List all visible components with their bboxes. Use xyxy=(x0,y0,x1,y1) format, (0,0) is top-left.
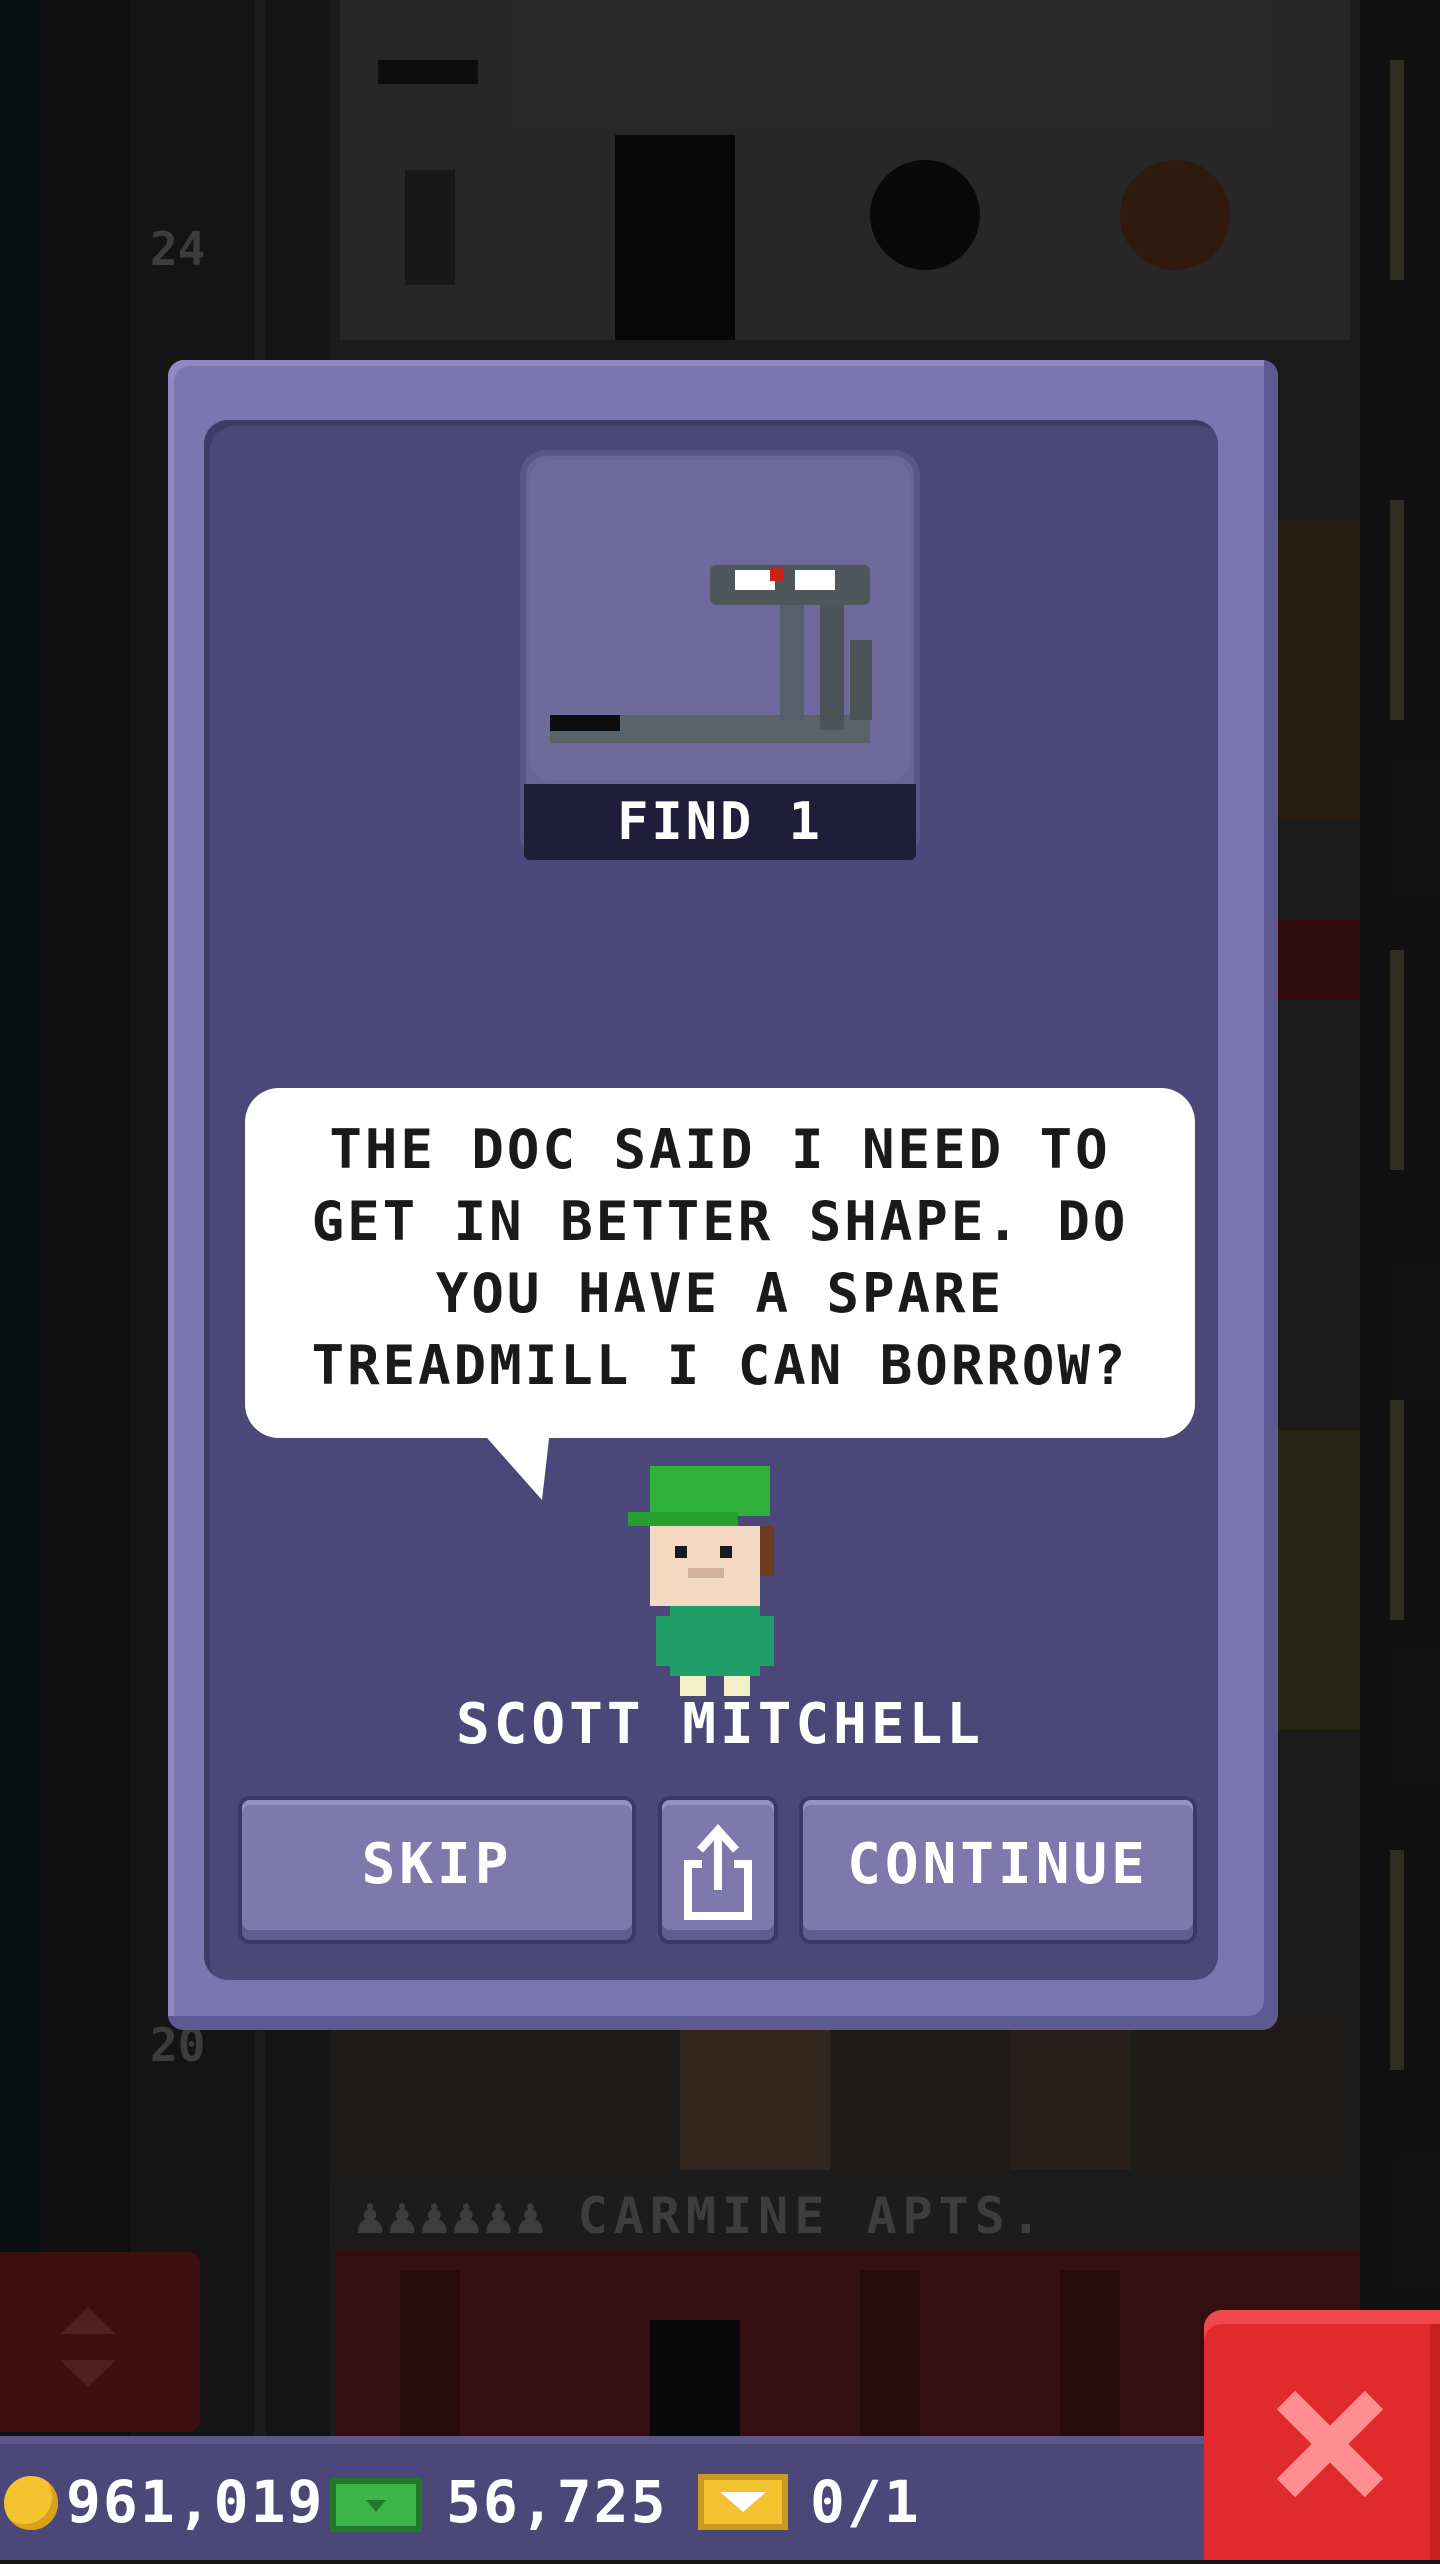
vip-ticket-icon xyxy=(698,2474,788,2530)
share-icon xyxy=(684,1824,752,1920)
tower-bux-icon xyxy=(330,2478,422,2532)
treadmill-icon xyxy=(530,460,910,780)
dialogue-text: THE DOC SAID I NEED TO GET IN BETTER SHA… xyxy=(311,1118,1129,1397)
close-icon xyxy=(1276,2390,1384,2498)
speech-bubble-tail xyxy=(480,1430,550,1500)
coin-icon xyxy=(4,2476,58,2530)
character-name: SCOTT MITCHELL xyxy=(455,1692,984,1757)
continue-button[interactable]: CONTINUE xyxy=(803,1800,1193,1940)
share-button[interactable] xyxy=(662,1800,774,1940)
bux-count: 56,725 xyxy=(446,2468,668,2536)
skip-button[interactable]: SKIP xyxy=(242,1800,632,1940)
coin-count: 961,019 xyxy=(66,2468,325,2536)
vip-count: 0/1 xyxy=(810,2468,921,2536)
item-card: FIND 1 xyxy=(520,450,920,860)
item-find-label: FIND 1 xyxy=(524,784,916,860)
character-avatar xyxy=(628,1466,774,1696)
speech-bubble: THE DOC SAID I NEED TO GET IN BETTER SHA… xyxy=(245,1088,1195,1438)
close-button[interactable] xyxy=(1204,2310,1440,2560)
